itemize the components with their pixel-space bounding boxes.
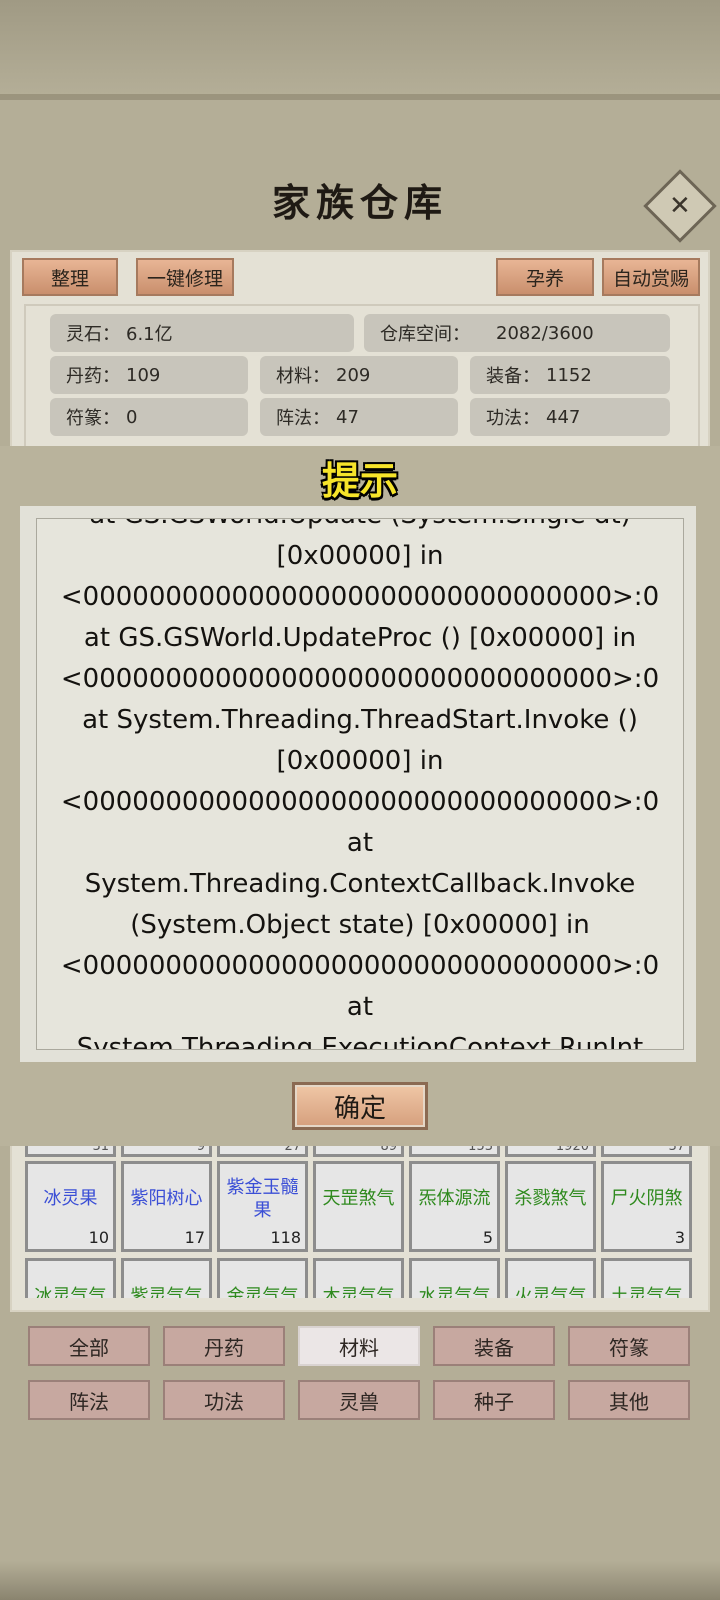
stat-spirit-stone: 灵石： 6.1亿 (50, 314, 354, 352)
tab-category[interactable]: 符篆 (568, 1326, 690, 1366)
item-count: 89 (380, 1146, 397, 1154)
auto-reward-button[interactable]: 自动赏赐 (602, 258, 700, 296)
item-count: 5 (482, 1228, 493, 1247)
nurture-button[interactable]: 孕养 (496, 258, 594, 296)
top-scroll-band (0, 0, 720, 100)
item-slot[interactable]: 37 (601, 1146, 692, 1157)
item-name: 冰灵气气 (34, 1286, 107, 1298)
item-name: 尸火阴煞 (610, 1188, 683, 1209)
item-slot[interactable]: 紫阳树心 17 (121, 1161, 212, 1252)
item-count: 10 (88, 1228, 109, 1247)
item-name: 土灵气气 (610, 1286, 683, 1298)
item-count: 9 (196, 1146, 205, 1154)
item-count: 1920 (555, 1146, 589, 1154)
tab-category[interactable]: 材料 (298, 1326, 420, 1366)
item-name: 木灵气气 (322, 1286, 395, 1298)
repair-all-button[interactable]: 一键修理 (136, 258, 234, 296)
tab-category[interactable]: 灵兽 (298, 1380, 420, 1420)
stat-value: 447 (546, 406, 581, 428)
item-name: 冰灵果 (43, 1188, 98, 1209)
tab-category[interactable]: 其他 (568, 1380, 690, 1420)
stat-materials: 材料： 209 (260, 356, 458, 394)
stat-label: 丹药： (66, 366, 120, 387)
stat-value: 0 (126, 406, 138, 428)
stat-value: 109 (126, 364, 161, 386)
bottom-scroll-band (0, 1560, 720, 1600)
stat-label: 功法： (486, 408, 540, 429)
stat-value: 209 (336, 364, 371, 386)
stat-label: 灵石： (66, 324, 120, 345)
stat-talismans: 符篆： 0 (50, 398, 248, 436)
tab-category[interactable]: 全部 (28, 1326, 150, 1366)
item-name: 紫阳树心 (130, 1188, 203, 1209)
item-name: 紫灵气气 (130, 1286, 203, 1298)
stat-label: 符篆： (66, 408, 120, 429)
item-count: 3 (674, 1228, 685, 1247)
item-slot[interactable]: 紫灵气气 (121, 1258, 212, 1298)
tab-category[interactable]: 丹药 (163, 1326, 285, 1366)
item-slot[interactable]: 金灵气气 (217, 1258, 308, 1298)
item-name: 杀戮煞气 (514, 1188, 587, 1209)
tab-category[interactable]: 种子 (433, 1380, 555, 1420)
item-count: 118 (270, 1228, 301, 1247)
item-name: 炁体源流 (418, 1188, 491, 1209)
item-slot[interactable]: 31 (25, 1146, 116, 1157)
stat-formations: 阵法： 47 (260, 398, 458, 436)
item-slot[interactable]: 天罡煞气 (313, 1161, 404, 1252)
confirm-button[interactable]: 确定 (292, 1082, 428, 1130)
stat-value: 6.1亿 (126, 324, 173, 345)
stat-storage: 仓库空间： 2082/3600 (364, 314, 670, 352)
stat-value: 1152 (546, 364, 592, 386)
item-slot[interactable]: 土灵气气 (601, 1258, 692, 1298)
stat-value: 2082/3600 (496, 322, 594, 344)
item-slot[interactable]: 1920 (505, 1146, 596, 1157)
tab-category[interactable]: 功法 (163, 1380, 285, 1420)
stat-label: 仓库空间： (380, 324, 470, 345)
stat-label: 材料： (276, 366, 330, 387)
sort-button[interactable]: 整理 (22, 258, 118, 296)
item-slot[interactable]: 89 (313, 1146, 404, 1157)
stat-techniques: 功法： 447 (470, 398, 670, 436)
item-slot[interactable]: 紫金玉髓果 118 (217, 1161, 308, 1252)
stat-pills: 丹药： 109 (50, 356, 248, 394)
message-scroll-area[interactable]: at GS.GSWorld.Update (System.Single dt) … (36, 518, 684, 1050)
stat-equipment: 装备： 1152 (470, 356, 670, 394)
item-slot[interactable]: 9 (121, 1146, 212, 1157)
item-name: 火灵气气 (514, 1286, 587, 1298)
item-name: 紫金玉髓果 (226, 1176, 299, 1221)
stat-value: 47 (336, 406, 359, 428)
item-slot[interactable]: 炁体源流 5 (409, 1161, 500, 1252)
item-count: 31 (92, 1146, 109, 1154)
item-slot[interactable]: 冰灵气气 (25, 1258, 116, 1298)
item-slot[interactable]: 冰灵果 10 (25, 1161, 116, 1252)
item-slot[interactable]: 木灵气气 (313, 1258, 404, 1298)
page-title: 家族仓库 (271, 180, 448, 225)
item-slot[interactable]: 火灵气气 (505, 1258, 596, 1298)
dialog-title: 提示 (321, 459, 398, 503)
item-slot[interactable]: 153 (409, 1146, 500, 1157)
error-message-text: at GS.GSWorld.Update (System.Single dt) … (60, 519, 660, 1050)
item-slot[interactable]: 27 (217, 1146, 308, 1157)
item-name: 水灵气气 (418, 1286, 491, 1298)
item-count: 153 (468, 1146, 493, 1154)
item-name: 金灵气气 (226, 1286, 299, 1298)
item-count: 17 (184, 1228, 205, 1247)
item-count: 37 (668, 1146, 685, 1154)
item-name: 天罡煞气 (322, 1188, 395, 1209)
item-count: 27 (284, 1146, 301, 1154)
tab-category[interactable]: 阵法 (28, 1380, 150, 1420)
stat-label: 装备： (486, 366, 540, 387)
stat-label: 阵法： (276, 408, 330, 429)
item-slot[interactable]: 水灵气气 (409, 1258, 500, 1298)
tab-category[interactable]: 装备 (433, 1326, 555, 1366)
item-grid: 31 9 27 89 153 1920 37 冰灵果 10 紫阳树心 17 紫金玉髓果 118 天罡煞气… (20, 1146, 700, 1298)
item-slot[interactable]: 杀戮煞气 (505, 1161, 596, 1252)
item-slot[interactable]: 尸火阴煞 3 (601, 1161, 692, 1252)
close-x-icon: ✕ (669, 190, 691, 221)
